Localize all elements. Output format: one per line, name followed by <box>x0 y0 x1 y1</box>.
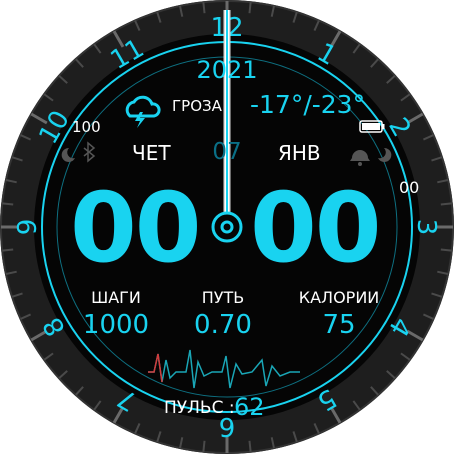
weather-temperature: -17°/-23° <box>250 90 366 119</box>
steps-label: ШАГИ <box>91 288 141 307</box>
weekday-label: ЧЕТ <box>132 141 171 165</box>
month-label: ЯНВ <box>278 141 321 165</box>
bezel-tick <box>440 248 452 252</box>
weather-condition: ГРОЗА <box>172 97 222 115</box>
dial-numeral-9: 9 <box>13 219 43 236</box>
hours-display: 00 <box>70 172 202 284</box>
bezel-tick <box>248 440 252 452</box>
bezel-tick <box>2 202 14 206</box>
minutes-display: 00 <box>250 172 382 284</box>
bezel-tick <box>2 248 14 252</box>
seconds-display: 00 <box>399 178 420 197</box>
battery-percent: 100 <box>72 118 101 136</box>
center-cap <box>211 211 243 243</box>
calories-label: КАЛОРИИ <box>298 288 380 307</box>
bezel-tick <box>440 202 452 206</box>
year-label: 2021 <box>196 56 258 84</box>
distance-label: ПУТЬ <box>201 288 245 307</box>
day-label: 07 <box>212 139 242 165</box>
dial-numeral-3: 3 <box>411 219 441 236</box>
bezel-tick <box>248 2 252 14</box>
bezel-tick <box>202 2 206 14</box>
bezel-tick <box>202 440 206 452</box>
distance-value: 0.70 <box>194 310 252 340</box>
steps-value: 1000 <box>82 310 150 340</box>
pulse-label: ПУЛЬС : <box>164 398 235 418</box>
calories-value: 75 <box>322 310 356 340</box>
pulse-value: 62 <box>234 393 265 421</box>
